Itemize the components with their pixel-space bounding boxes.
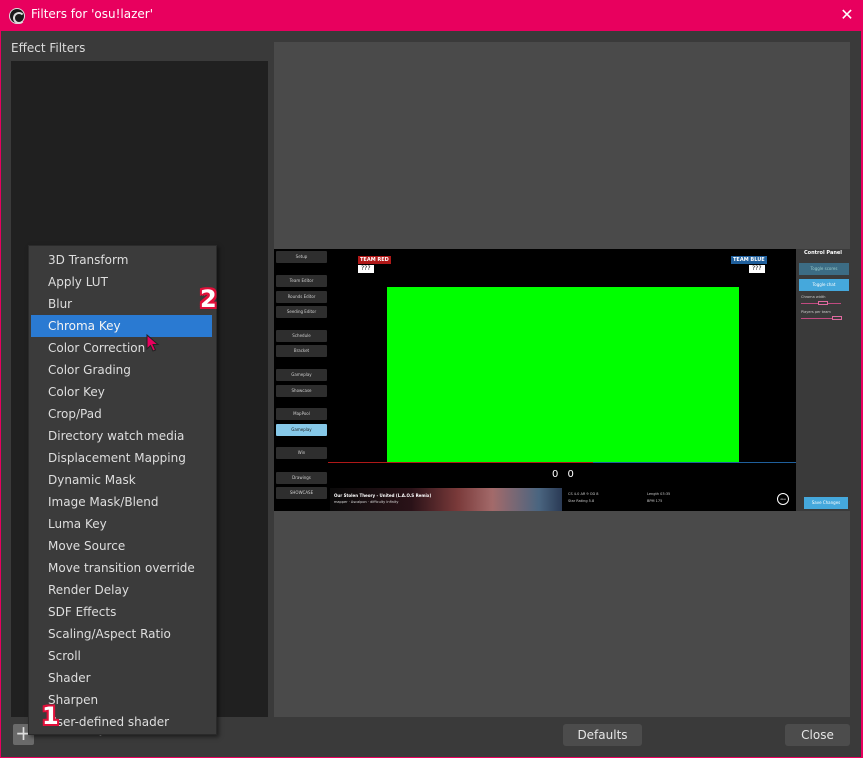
control-panel-title: Control Panel <box>804 250 842 256</box>
team-blue-score: ??? <box>749 265 765 273</box>
add-filter-menu: 3D Transform Apply LUT Blur Chroma Key Color… <box>28 245 217 735</box>
menu-item[interactable]: Scroll <box>31 645 212 667</box>
source-preview: Setup Team Editor Rounds Editor Seeding Edi… <box>274 249 850 511</box>
menu-item[interactable]: SDF Effects <box>31 601 212 623</box>
slider-1-label: Chroma width <box>801 295 826 299</box>
menu-item[interactable]: Dynamic Mask <box>31 469 212 491</box>
song-banner: Our Stolen Theory - United (L.A.O.S Remi… <box>330 488 562 511</box>
annotation-marker-1: 1 <box>42 702 59 730</box>
menu-item[interactable]: Chroma Key <box>31 315 212 337</box>
defaults-button[interactable]: Defaults <box>563 724 642 746</box>
toggle-scores-button: Toggle scores <box>799 263 849 275</box>
menu-item[interactable]: Scaling/Aspect Ratio <box>31 623 212 645</box>
chroma-green-area <box>387 287 739 463</box>
menu-item[interactable]: Shader <box>31 667 212 689</box>
mouse-cursor-icon <box>146 334 160 352</box>
menu-item[interactable]: Move transition override <box>31 557 212 579</box>
obs-icon <box>9 8 25 24</box>
menu-item[interactable]: Image Mask/Blend <box>31 491 212 513</box>
menu-item[interactable]: Render Delay <box>31 579 212 601</box>
menu-item[interactable]: Color Grading <box>31 359 212 381</box>
team-red-label: TEAM RED <box>358 256 391 264</box>
song-title: Our Stolen Theory - United (L.A.O.S Remi… <box>334 493 432 498</box>
filters-window: Filters for 'osu!lazer' ✕ Effect Filters… <box>0 0 863 758</box>
toggle-chat-button: Toggle chat <box>799 279 849 291</box>
slider-2-label: Players per team <box>801 310 831 314</box>
menu-item[interactable]: Luma Key <box>31 513 212 535</box>
preview-nav-button: Bracket <box>276 345 327 357</box>
beatmap-stats-2: Star Rating 5.8 <box>568 499 595 503</box>
preview-nav-button: Showcase <box>276 385 327 397</box>
beatmap-stats-1: CS 4.0 AR 9 OD 8 <box>568 492 599 496</box>
beatmap-length: Length 03:35 <box>647 492 671 496</box>
preview-nav-button: MapPool <box>276 408 327 420</box>
close-button[interactable]: Close <box>785 724 850 746</box>
annotation-marker-2: 2 <box>200 285 217 313</box>
team-blue-label: TEAM BLUE <box>731 256 767 264</box>
song-subtitle: mapper · Ascalpon · difficulty Infinity <box>334 500 399 504</box>
mode-icon: osu <box>777 493 789 505</box>
menu-item[interactable]: 3D Transform <box>31 249 212 271</box>
blue-team-bar <box>593 462 796 463</box>
menu-item[interactable]: Displacement Mapping <box>31 447 212 469</box>
preview-nav-button: Schedule <box>276 330 327 342</box>
save-changes-button: Save Changes <box>804 497 848 509</box>
preview-area: Setup Team Editor Rounds Editor Seeding Edi… <box>274 42 850 717</box>
close-icon[interactable]: ✕ <box>838 6 856 24</box>
slider-1-thumb <box>818 301 828 305</box>
menu-item[interactable]: Blur <box>31 293 212 315</box>
preview-nav-button: Seeding Editor <box>276 306 327 318</box>
menu-item[interactable]: Color Key <box>31 381 212 403</box>
title-bar: Filters for 'osu!lazer' ✕ <box>0 0 863 31</box>
control-panel: Control Panel Toggle scores Toggle chat … <box>796 249 850 511</box>
beatmap-bpm: BPM 175 <box>647 499 663 503</box>
menu-item[interactable]: Color Correction <box>31 337 212 359</box>
menu-item[interactable]: Apply LUT <box>31 271 212 293</box>
preview-nav-button: Win <box>276 447 327 459</box>
team-red-score: ??? <box>358 265 374 273</box>
tournament-nav-column: Setup Team Editor Rounds Editor Seeding Edi… <box>274 249 328 511</box>
slider-2 <box>801 316 842 320</box>
preview-nav-button: Rounds Editor <box>276 291 327 303</box>
menu-item[interactable]: Directory watch media <box>31 425 212 447</box>
preview-nav-button: Team Editor <box>276 275 327 287</box>
score-display: 0 0 <box>552 469 577 480</box>
slider-1 <box>801 301 841 305</box>
slider-2-thumb <box>832 316 842 320</box>
preview-nav-button: Drawings <box>276 472 327 484</box>
menu-item[interactable]: Crop/Pad <box>31 403 212 425</box>
menu-item[interactable]: Move Source <box>31 535 212 557</box>
window-title: Filters for 'osu!lazer' <box>31 7 154 21</box>
preview-nav-button: Gameplay <box>276 424 327 436</box>
preview-nav-button: Setup <box>276 251 327 263</box>
effect-filters-label: Effect Filters <box>11 41 86 55</box>
preview-nav-button: SHOWCASE <box>276 487 327 499</box>
red-team-bar <box>328 462 593 463</box>
preview-nav-button: Gameplay <box>276 369 327 381</box>
